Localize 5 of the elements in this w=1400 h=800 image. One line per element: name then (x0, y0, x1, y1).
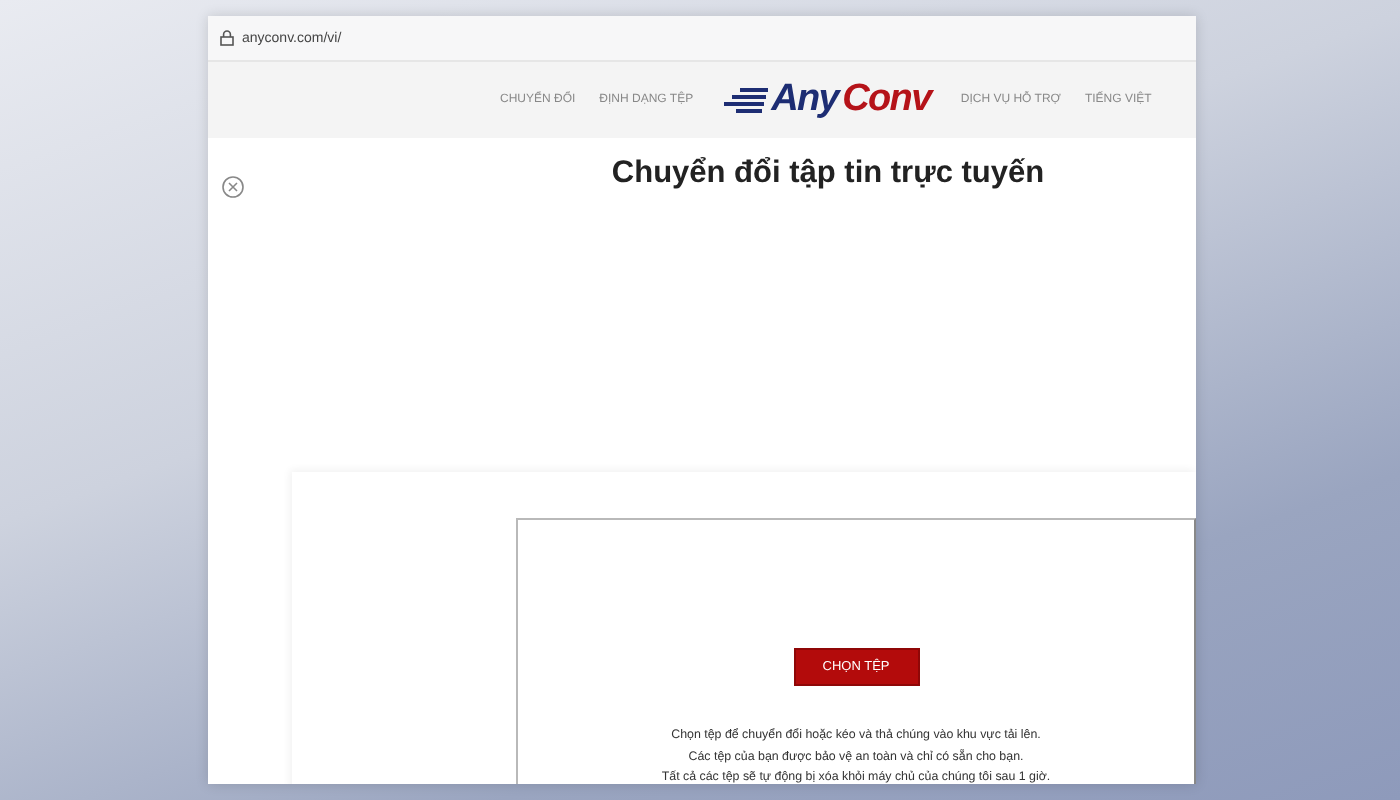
drop-zone[interactable] (516, 518, 1196, 784)
page-title: Chuyển đổi tập tin trực tuyến (609, 156, 1047, 192)
anyconv-logo[interactable]: AnyConv (723, 78, 931, 122)
close-icon[interactable] (222, 176, 244, 198)
lock-icon (220, 30, 234, 46)
